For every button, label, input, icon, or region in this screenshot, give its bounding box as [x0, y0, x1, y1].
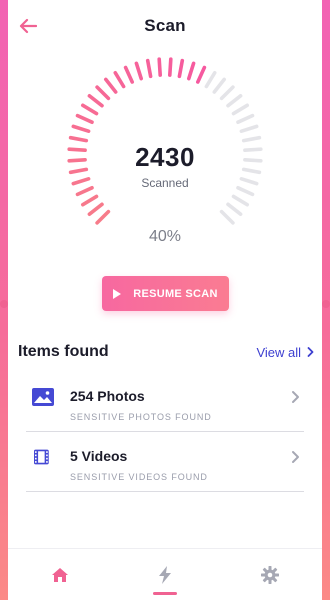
gauge-tick-active [177, 58, 185, 79]
gauge-tick-active [71, 124, 91, 133]
page-title: Scan [144, 16, 186, 35]
gauge-tick-active [113, 70, 126, 89]
chevron-right-icon [292, 451, 299, 463]
gauge-tick-active [87, 202, 104, 216]
lightning-icon [158, 565, 171, 584]
gauge-tick-inactive [231, 194, 249, 207]
photos-subtitle: SENSITIVE PHOTOS FOUND [70, 412, 212, 422]
play-icon [113, 288, 122, 299]
list-item-photos[interactable]: 254 Photos SENSITIVE PHOTOS FOUND [26, 372, 304, 432]
photos-count: 254 Photos [70, 388, 145, 404]
resume-scan-button[interactable]: RESUME SCAN [102, 276, 229, 311]
items-found-title: Items found [18, 343, 109, 360]
scan-screen: Scan 2430 Scanned 40% RESUME SCAN Items … [8, 0, 322, 600]
image-icon [32, 388, 54, 406]
gauge-tick-active [95, 209, 111, 225]
view-all-label: View all [256, 344, 301, 360]
home-icon [52, 567, 69, 582]
videos-subtitle: SENSITIVE VIDEOS FOUND [70, 472, 208, 482]
chevron-right-icon [307, 347, 314, 357]
header: Scan [8, 0, 322, 52]
gauge-tick-inactive [226, 93, 243, 108]
resume-scan-label: RESUME SCAN [133, 287, 218, 300]
gauge-tick-active [104, 77, 118, 94]
gauge-tick-inactive [241, 135, 262, 143]
progress-percent: 40% [148, 228, 182, 245]
items-found-list: 254 Photos SENSITIVE PHOTOS FOUND 5 Vide… [26, 372, 304, 492]
gear-icon [260, 565, 279, 584]
gauge-tick-active [187, 61, 196, 81]
gauge-tick-inactive [239, 124, 259, 133]
gauge-tick-inactive [219, 85, 235, 101]
gauge-tick-inactive [212, 77, 226, 94]
list-item-videos[interactable]: 5 Videos SENSITIVE VIDEOS FOUND [26, 432, 304, 492]
gauge-tick-active [81, 103, 99, 116]
scanned-count: 2430 [135, 142, 195, 172]
gauge-tick-active [123, 65, 134, 84]
back-button[interactable] [16, 14, 40, 38]
tab-settings[interactable] [240, 549, 300, 600]
arrow-left-icon [19, 18, 37, 34]
gauge-tick-active [196, 65, 207, 84]
gauge-tick-active [95, 85, 111, 101]
gauge-tick-inactive [219, 209, 235, 225]
gauge-tick-active [87, 93, 104, 108]
active-tab-indicator [152, 591, 177, 595]
gauge-tick-inactive [231, 103, 249, 116]
bottom-tab-bar [8, 548, 322, 600]
film-icon [34, 449, 49, 465]
view-all-link[interactable]: View all [256, 345, 314, 360]
right-edge-dot [322, 300, 330, 308]
chevron-right-icon [292, 391, 299, 403]
gauge-tick-inactive [204, 70, 217, 89]
scanned-label: Scanned [141, 176, 189, 190]
gauge-tick-active [168, 57, 173, 77]
gauge-tick-active [134, 61, 143, 81]
gauge-tick-active [145, 58, 153, 79]
items-found-header: Items found View all [18, 343, 314, 361]
gauge-tick-active [157, 57, 162, 77]
gauge-tick-active [75, 113, 94, 124]
gauge-tick-active [68, 135, 89, 143]
tab-scan[interactable] [135, 549, 195, 600]
tab-home[interactable] [30, 549, 90, 600]
left-edge-dot [0, 300, 8, 308]
gauge-tick-inactive [226, 202, 243, 216]
gauge-tick-active [81, 194, 99, 207]
videos-count: 5 Videos [70, 448, 128, 464]
gauge-tick-inactive [236, 113, 255, 124]
scan-gauge: 2430 Scanned 40% [8, 52, 322, 262]
